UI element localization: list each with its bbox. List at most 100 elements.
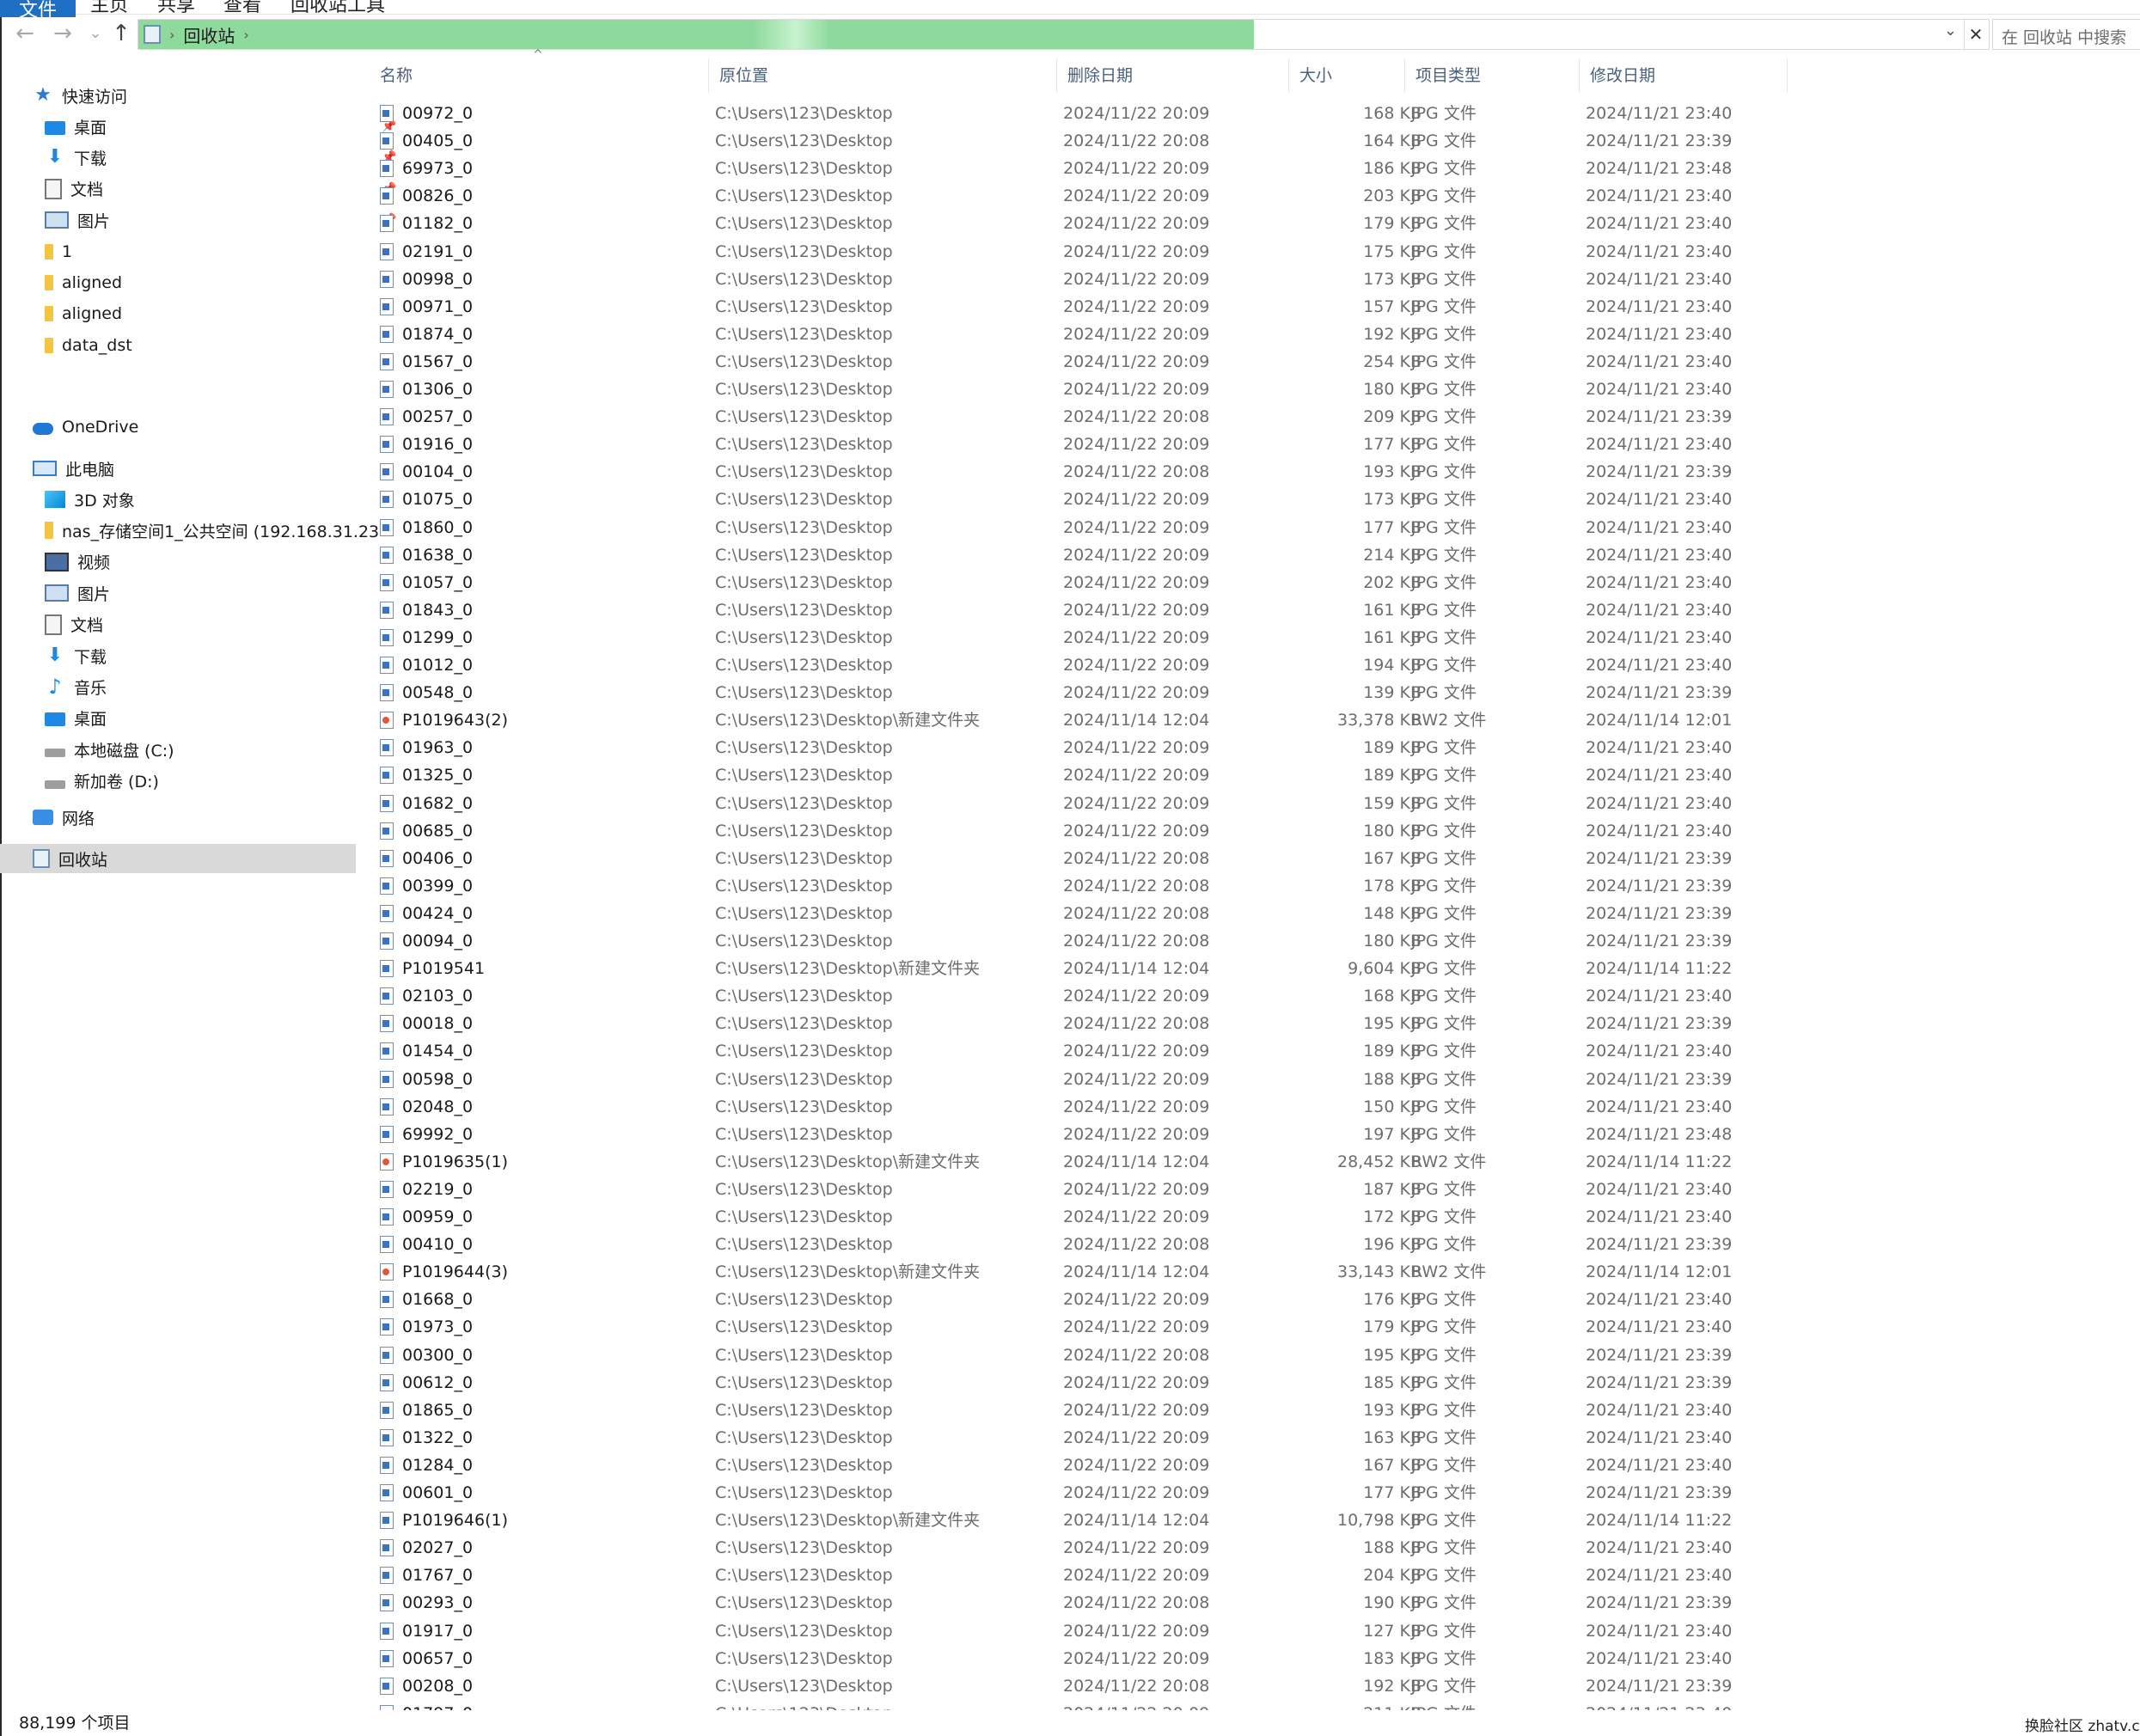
file-row[interactable]: 00399_0 C:\Users\123\Desktop 2024/11/22 20…: [370, 872, 1788, 900]
file-row[interactable]: 00104_0 C:\Users\123\Desktop 2024/11/22 20…: [370, 458, 1788, 486]
file-row[interactable]: 01865_0 C:\Users\123\Desktop 2024/11/22 20…: [370, 1397, 1788, 1424]
file-row[interactable]: 02048_0 C:\Users\123\Desktop 2024/11/22 20…: [370, 1093, 1788, 1121]
forward-button[interactable]: →: [50, 21, 76, 46]
sidebar-item[interactable]: 新加卷 (D:): [45, 767, 159, 796]
file-row[interactable]: 01797_0 C:\Users\123\Desktop 2024/11/22 20…: [370, 1700, 1788, 1710]
file-row[interactable]: 00826_0 C:\Users\123\Desktop 2024/11/22 20…: [370, 182, 1788, 210]
file-row[interactable]: 00208_0 C:\Users\123\Desktop 2024/11/22 20…: [370, 1672, 1788, 1700]
sidebar-item[interactable]: aligned: [45, 299, 122, 328]
file-row[interactable]: 00657_0 C:\Users\123\Desktop 2024/11/22 20…: [370, 1645, 1788, 1672]
address-bar[interactable]: › 回收站 › ⌄: [138, 19, 1965, 50]
file-row[interactable]: 01299_0 C:\Users\123\Desktop 2024/11/22 20…: [370, 624, 1788, 651]
sidebar-item[interactable]: 图片📌: [45, 205, 396, 235]
file-row[interactable]: 00598_0 C:\Users\123\Desktop 2024/11/22 20…: [370, 1066, 1788, 1093]
sidebar-item-network[interactable]: 网络: [33, 803, 95, 832]
file-row[interactable]: 69973_0 C:\Users\123\Desktop 2024/11/22 20…: [370, 155, 1788, 182]
close-icon[interactable]: ✕: [1963, 19, 1990, 50]
breadcrumb-chevron-icon[interactable]: ›: [243, 27, 248, 43]
file-row[interactable]: 01567_0 C:\Users\123\Desktop 2024/11/22 20…: [370, 348, 1788, 376]
file-row[interactable]: 01668_0 C:\Users\123\Desktop 2024/11/22 20…: [370, 1286, 1788, 1313]
sidebar-item-quick-access[interactable]: ★ 快速访问: [33, 81, 127, 110]
file-row[interactable]: 01012_0 C:\Users\123\Desktop 2024/11/22 20…: [370, 651, 1788, 679]
tab-file[interactable]: 文件: [0, 0, 76, 21]
file-row[interactable]: 00406_0 C:\Users\123\Desktop 2024/11/22 20…: [370, 845, 1788, 872]
file-row[interactable]: 00018_0 C:\Users\123\Desktop 2024/11/22 20…: [370, 1010, 1788, 1037]
address-dropdown-icon[interactable]: ⌄: [1944, 21, 1957, 40]
column-header-name[interactable]: 名称: [370, 58, 709, 93]
file-row[interactable]: P1019541 C:\Users\123\Desktop\新建文件夹 2024/1…: [370, 955, 1788, 982]
sidebar-item[interactable]: 本地磁盘 (C:): [45, 735, 174, 764]
file-row[interactable]: 01874_0 C:\Users\123\Desktop 2024/11/22 20…: [370, 321, 1788, 348]
file-row[interactable]: 00685_0 C:\Users\123\Desktop 2024/11/22 20…: [370, 817, 1788, 845]
column-header-item-type[interactable]: 项目类型: [1405, 58, 1580, 93]
file-row[interactable]: P1019635(1) C:\Users\123\Desktop\新建文件夹 202…: [370, 1148, 1788, 1176]
file-row[interactable]: 01306_0 C:\Users\123\Desktop 2024/11/22 20…: [370, 376, 1788, 403]
sidebar-item[interactable]: 1: [45, 237, 72, 266]
file-row[interactable]: 00971_0 C:\Users\123\Desktop 2024/11/22 20…: [370, 293, 1788, 321]
sidebar-item[interactable]: 桌面 📌: [45, 112, 396, 141]
sidebar-item-recycle-bin[interactable]: 回收站: [0, 844, 356, 873]
file-row[interactable]: 01322_0 C:\Users\123\Desktop 2024/11/22 20…: [370, 1424, 1788, 1452]
file-row[interactable]: 01325_0 C:\Users\123\Desktop 2024/11/22 20…: [370, 761, 1788, 789]
column-header-date-deleted[interactable]: 删除日期: [1057, 58, 1289, 93]
search-box[interactable]: 在 回收站 中搜索: [1992, 19, 2140, 50]
sidebar-item[interactable]: 视频: [45, 547, 110, 577]
tab-home[interactable]: 主页: [90, 0, 128, 17]
sidebar-item[interactable]: 文档: [45, 610, 103, 639]
tab-recycle-bin-tools[interactable]: 回收站工具: [290, 0, 385, 17]
file-row[interactable]: 00424_0 C:\Users\123\Desktop 2024/11/22 20…: [370, 900, 1788, 927]
file-row[interactable]: 01182_0 C:\Users\123\Desktop 2024/11/22 20…: [370, 210, 1788, 237]
sidebar-item[interactable]: ♪ 音乐: [45, 672, 107, 701]
file-row[interactable]: 01682_0 C:\Users\123\Desktop 2024/11/22 20…: [370, 790, 1788, 817]
file-row[interactable]: 00612_0 C:\Users\123\Desktop 2024/11/22 20…: [370, 1369, 1788, 1397]
sidebar-item[interactable]: 图片: [45, 578, 110, 608]
file-row[interactable]: 01767_0 C:\Users\123\Desktop 2024/11/22 20…: [370, 1562, 1788, 1589]
file-row[interactable]: P1019643(2) C:\Users\123\Desktop\新建文件夹 202…: [370, 706, 1788, 734]
file-row[interactable]: 01916_0 C:\Users\123\Desktop 2024/11/22 20…: [370, 431, 1788, 458]
up-button[interactable]: ↑: [108, 21, 134, 46]
tab-view[interactable]: 查看: [223, 0, 261, 17]
recent-locations-button[interactable]: ⌄: [83, 21, 108, 46]
file-row[interactable]: 01963_0 C:\Users\123\Desktop 2024/11/22 20…: [370, 734, 1788, 761]
sidebar-item[interactable]: 文档📌: [45, 174, 396, 204]
column-header-size[interactable]: 大小: [1289, 58, 1405, 93]
sidebar-item-this-pc[interactable]: 此电脑: [33, 454, 114, 483]
file-row[interactable]: 00300_0 C:\Users\123\Desktop 2024/11/22 20…: [370, 1342, 1788, 1369]
file-row[interactable]: 01075_0 C:\Users\123\Desktop 2024/11/22 20…: [370, 486, 1788, 513]
file-row[interactable]: 00410_0 C:\Users\123\Desktop 2024/11/22 20…: [370, 1231, 1788, 1258]
file-row[interactable]: 00293_0 C:\Users\123\Desktop 2024/11/22 20…: [370, 1589, 1788, 1617]
back-button[interactable]: ←: [12, 21, 38, 46]
sidebar-item[interactable]: ⬇ 下载 📌: [45, 143, 397, 172]
file-row[interactable]: 00959_0 C:\Users\123\Desktop 2024/11/22 20…: [370, 1203, 1788, 1231]
file-row[interactable]: P1019646(1) C:\Users\123\Desktop\新建文件夹 202…: [370, 1507, 1788, 1534]
file-row[interactable]: 00998_0 C:\Users\123\Desktop 2024/11/22 20…: [370, 266, 1788, 293]
file-row[interactable]: 00257_0 C:\Users\123\Desktop 2024/11/22 20…: [370, 403, 1788, 431]
file-row[interactable]: 69992_0 C:\Users\123\Desktop 2024/11/22 20…: [370, 1121, 1788, 1148]
file-row[interactable]: 02219_0 C:\Users\123\Desktop 2024/11/22 20…: [370, 1176, 1788, 1203]
file-row[interactable]: 01917_0 C:\Users\123\Desktop 2024/11/22 20…: [370, 1617, 1788, 1645]
sidebar-item[interactable]: ⬇ 下载: [45, 641, 107, 670]
sidebar-item[interactable]: 3D 对象: [45, 485, 135, 514]
breadcrumb-recycle-bin[interactable]: 回收站: [183, 22, 235, 47]
file-row[interactable]: 00601_0 C:\Users\123\Desktop 2024/11/22 20…: [370, 1479, 1788, 1507]
column-header-original-location[interactable]: 原位置: [709, 58, 1057, 93]
file-row[interactable]: 00405_0 C:\Users\123\Desktop 2024/11/22 20…: [370, 127, 1788, 155]
file-row[interactable]: 01973_0 C:\Users\123\Desktop 2024/11/22 20…: [370, 1313, 1788, 1341]
tab-share[interactable]: 共享: [157, 0, 195, 17]
file-row[interactable]: 01860_0 C:\Users\123\Desktop 2024/11/22 20…: [370, 514, 1788, 541]
file-row[interactable]: 01057_0 C:\Users\123\Desktop 2024/11/22 20…: [370, 569, 1788, 596]
column-header-date-modified[interactable]: 修改日期: [1580, 58, 1788, 93]
file-row[interactable]: 00972_0 C:\Users\123\Desktop 2024/11/22 20…: [370, 100, 1788, 127]
sidebar-item[interactable]: nas_存储空间1_公共空间 (192.168.31.23: [45, 516, 379, 545]
sidebar-item[interactable]: 桌面: [45, 704, 107, 733]
file-row[interactable]: 01284_0 C:\Users\123\Desktop 2024/11/22 20…: [370, 1452, 1788, 1479]
sidebar-item[interactable]: data_dst: [45, 331, 132, 360]
file-row[interactable]: 00548_0 C:\Users\123\Desktop 2024/11/22 20…: [370, 679, 1788, 706]
file-row[interactable]: 01454_0 C:\Users\123\Desktop 2024/11/22 20…: [370, 1037, 1788, 1065]
sidebar-item[interactable]: aligned: [45, 268, 122, 297]
file-row[interactable]: 00094_0 C:\Users\123\Desktop 2024/11/22 20…: [370, 927, 1788, 955]
file-row[interactable]: 01638_0 C:\Users\123\Desktop 2024/11/22 20…: [370, 541, 1788, 569]
file-row[interactable]: P1019644(3) C:\Users\123\Desktop\新建文件夹 202…: [370, 1258, 1788, 1286]
file-row[interactable]: 01843_0 C:\Users\123\Desktop 2024/11/22 20…: [370, 596, 1788, 624]
file-row[interactable]: 02103_0 C:\Users\123\Desktop 2024/11/22 20…: [370, 982, 1788, 1010]
